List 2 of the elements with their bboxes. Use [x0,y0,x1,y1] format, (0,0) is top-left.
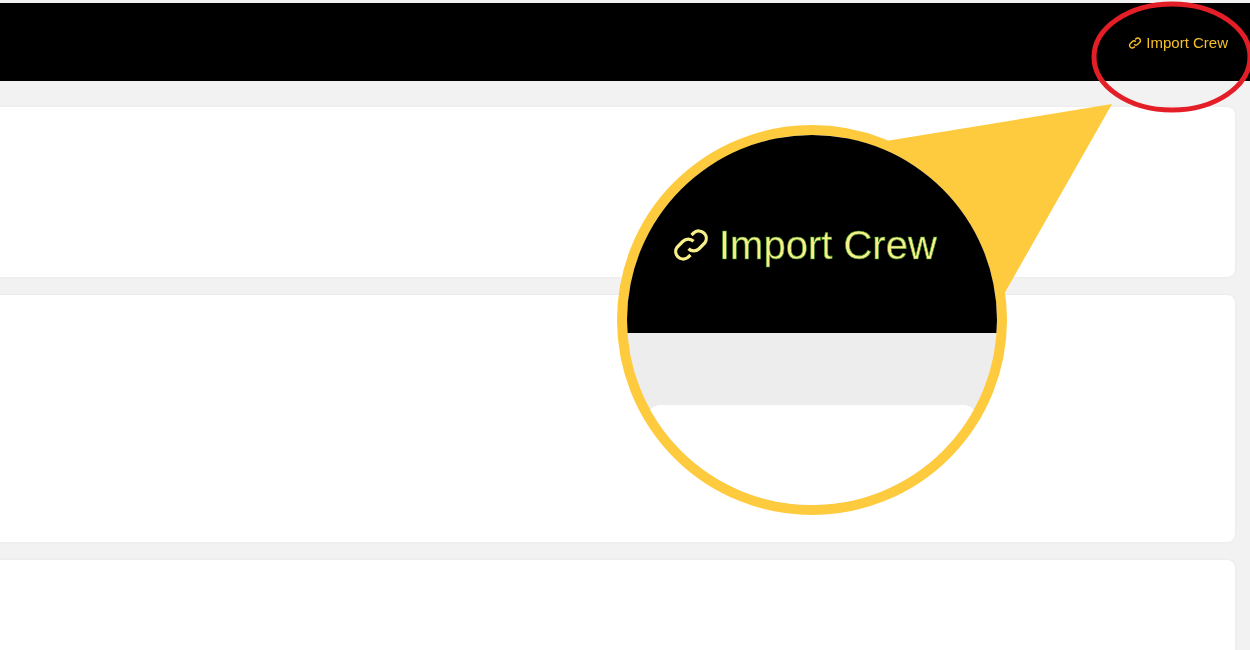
magnified-link-text: Import Crew [719,222,937,269]
import-crew-link[interactable]: Import Crew [1128,32,1228,55]
